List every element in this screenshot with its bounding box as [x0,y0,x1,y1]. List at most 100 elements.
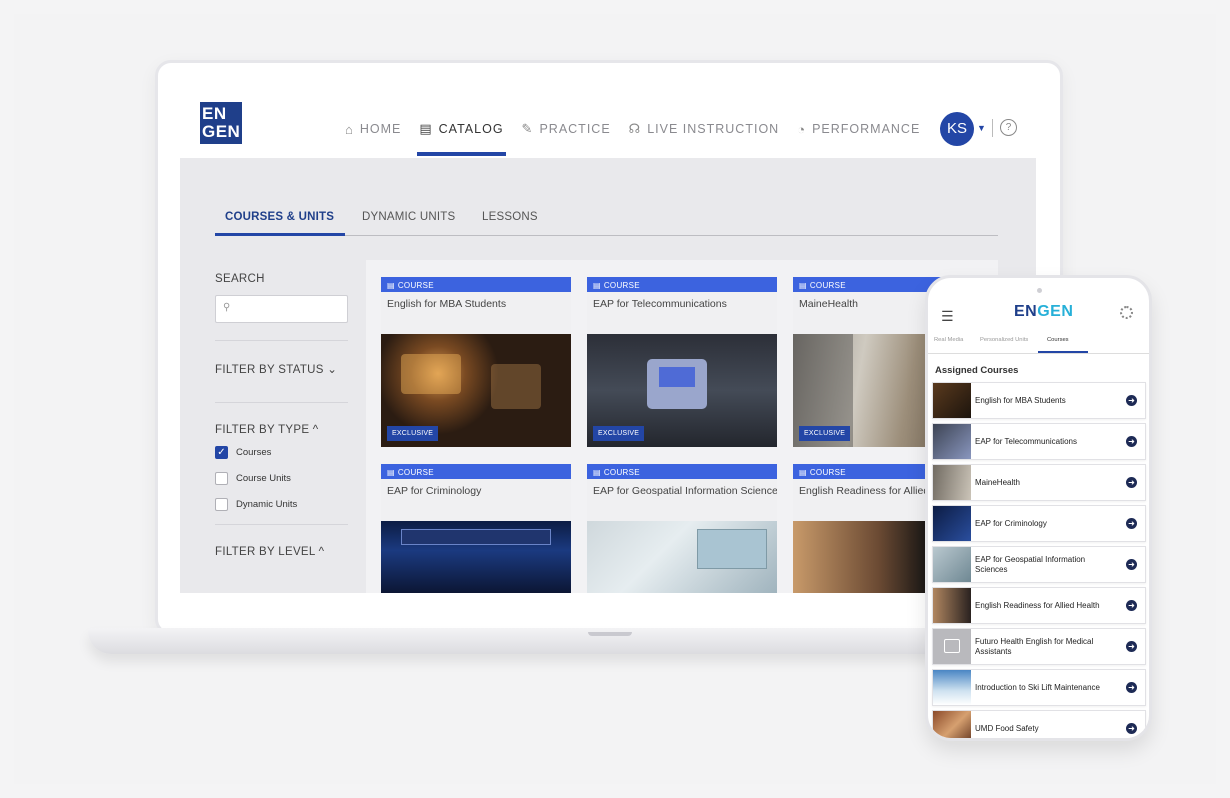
exclusive-badge: EXCLUSIVE [799,426,851,441]
course-card[interactable]: ▤ COURSE EAP for Criminology [381,464,571,593]
lock-icon [944,639,960,653]
list-item[interactable]: EAP for Geospatial Information Sciences … [932,546,1146,583]
list-item-label: MaineHealth [975,477,1020,487]
card-type-label: COURSE [809,468,846,477]
loading-spinner-icon [1120,306,1133,319]
type-option-courses[interactable]: ✓ Courses [215,446,348,459]
card-image: EXCLUSIVE [587,334,777,447]
card-type-label: COURSE [397,468,434,477]
list-item[interactable]: Futuro Health English for Medical Assist… [932,628,1146,665]
menu-icon[interactable]: ☰ [941,308,954,325]
arrow-right-icon[interactable]: ➜ [1126,641,1137,652]
course-icon: ▤ [387,281,395,290]
help-icon[interactable]: ? [1000,119,1017,136]
tab-dynamic-units[interactable]: DYNAMIC UNITS [362,211,455,223]
arrow-right-icon[interactable]: ➜ [1126,395,1137,406]
filter-by-level-toggle[interactable]: FILTER BY LEVEL ^ [215,546,348,558]
tab-courses-units[interactable]: COURSES & UNITS [225,211,334,223]
list-item-label: Introduction to Ski Lift Maintenance [975,682,1100,692]
search-input[interactable]: ⚲ [215,295,348,323]
list-item-label: English for MBA Students [975,395,1066,405]
course-thumbnail [933,711,971,738]
card-image: EXCLUSIVE [381,334,571,447]
nav-practice[interactable]: ✎ PRACTICE [522,120,611,138]
nav-home[interactable]: ⌂ HOME [345,120,401,138]
image-detail [659,367,695,387]
list-item[interactable]: EAP for Criminology ➜ [932,505,1146,542]
phone-mockup: ☰ ENGEN Real Media Personalized Units Co… [925,275,1152,741]
logo-en: EN [1014,303,1038,320]
type-options: ✓ Courses Course Units Dynamic Units [215,446,348,511]
phone-engen-logo[interactable]: ENGEN [1014,303,1073,321]
phone-tab-personalized-units[interactable]: Personalized Units [980,337,1028,343]
card-type-header: ▤ COURSE [381,464,571,479]
course-card[interactable]: ▤ COURSE EAP for Geospatial Information S… [587,464,777,593]
course-thumbnail [933,383,971,418]
marketing-stage: EN GEN ⌂ HOME ▤ CATALOG ✎ PRACTICE ☊ LIV… [0,0,1230,798]
course-thumbnail [933,588,971,623]
phone-active-tab-indicator [1038,351,1088,353]
assigned-courses-list: English for MBA Students ➜ EAP for Telec… [932,382,1146,738]
search-label: SEARCH [215,273,265,285]
phone-camera [1037,288,1042,293]
card-type-header: ▤ COURSE [381,277,571,292]
arrow-right-icon[interactable]: ➜ [1126,436,1137,447]
logo-line-2: GEN [202,122,241,141]
list-item[interactable]: English for MBA Students ➜ [932,382,1146,419]
arrow-right-icon[interactable]: ➜ [1126,600,1137,611]
course-card[interactable]: ▤ COURSE English for MBA Students EXCLUSI… [381,277,571,447]
top-navigation: EN GEN ⌂ HOME ▤ CATALOG ✎ PRACTICE ☊ LIV… [180,90,1036,158]
tab-lessons[interactable]: LESSONS [482,211,538,223]
course-card[interactable]: ▤ COURSE EAP for Telecommunications EXCLU… [587,277,777,447]
nav-live-instruction-label: LIVE INSTRUCTION [647,122,780,136]
phone-tab-courses[interactable]: Courses [1047,337,1069,343]
nav-catalog-label: CATALOG [438,122,504,136]
card-image [381,521,571,593]
card-title: English for MBA Students [387,298,507,310]
filter-divider [215,524,348,525]
arrow-right-icon[interactable]: ➜ [1126,518,1137,529]
image-detail [401,354,461,394]
filter-by-type-toggle[interactable]: FILTER BY TYPE ^ [215,424,348,436]
engen-logo[interactable]: EN GEN [200,102,242,144]
arrow-right-icon[interactable]: ➜ [1126,559,1137,570]
type-option-dynamic-units[interactable]: Dynamic Units [215,498,348,511]
arrow-right-icon[interactable]: ➜ [1126,682,1137,693]
checkbox-empty-icon[interactable] [215,472,228,485]
type-option-course-units[interactable]: Course Units [215,472,348,485]
filter-by-status-toggle[interactable]: FILTER BY STATUS ⌄ [215,362,348,376]
list-item-label: English Readiness for Allied Health [975,600,1100,610]
checkbox-checked-icon[interactable]: ✓ [215,446,228,459]
arrow-right-icon[interactable]: ➜ [1126,477,1137,488]
checkbox-empty-icon[interactable] [215,498,228,511]
nav-practice-label: PRACTICE [539,122,611,136]
list-item-label: EAP for Criminology [975,518,1047,528]
filter-divider [215,340,348,341]
phone-tabs: Real Media Personalized Units Courses [928,330,1149,354]
list-item[interactable]: Introduction to Ski Lift Maintenance ➜ [932,669,1146,706]
list-item[interactable]: UMD Food Safety ➜ [932,710,1146,738]
card-type-header: ▤ COURSE [587,277,777,292]
headset-icon: ☊ [628,121,642,136]
caret-down-icon[interactable]: ▼ [977,123,986,133]
list-item[interactable]: MaineHealth ➜ [932,464,1146,501]
phone-tab-real-media[interactable]: Real Media [934,337,963,343]
catalog-tabs: COURSES & UNITS DYNAMIC UNITS LESSONS [215,206,998,236]
course-thumbnail [933,670,971,705]
user-avatar[interactable]: KS [940,112,974,146]
nav-performance[interactable]: ◔ PERFORMANCE [797,120,920,138]
nav-divider [992,119,993,137]
course-thumbnail [933,506,971,541]
card-type-label: COURSE [397,281,434,290]
course-card-grid: ▤ COURSE English for MBA Students EXCLUSI… [366,260,998,593]
logo-gen: GEN [1037,303,1074,320]
performance-icon: ◔ [797,121,807,137]
arrow-right-icon[interactable]: ➜ [1126,723,1137,734]
exclusive-badge: EXCLUSIVE [387,426,439,441]
list-item[interactable]: English Readiness for Allied Health ➜ [932,587,1146,624]
list-item[interactable]: EAP for Telecommunications ➜ [932,423,1146,460]
nav-catalog[interactable]: ▤ CATALOG [417,120,506,156]
image-detail [697,529,767,569]
nav-live-instruction[interactable]: ☊ LIVE INSTRUCTION [629,120,780,138]
course-icon: ▤ [593,468,601,477]
